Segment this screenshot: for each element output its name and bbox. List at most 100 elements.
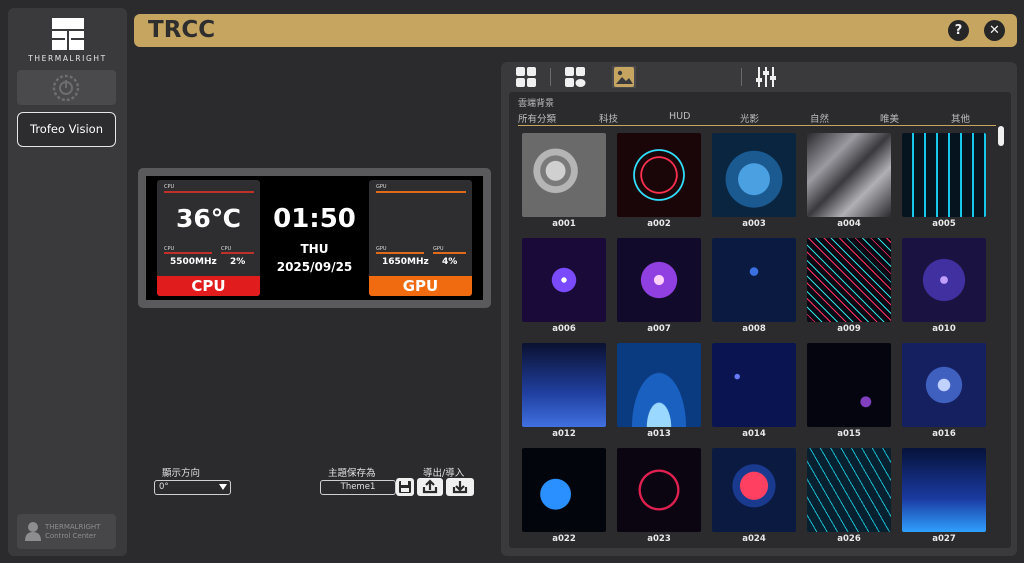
background-thumbnail[interactable] (902, 133, 986, 217)
background-thumbnail[interactable] (712, 343, 796, 427)
background-thumbnail-name: a008 (742, 324, 766, 334)
lcd-preview[interactable]: CPU 36℃ CPU CPU 5500MHz 2% CPU 01:50 THU… (146, 176, 483, 300)
device-slot[interactable] (17, 70, 116, 105)
category-tech[interactable]: 科技 (599, 111, 618, 125)
app-window: THERMALRIGHT Trofeo Vision THERMALRIGHT … (0, 0, 1024, 563)
background-thumbnail[interactable] (902, 448, 986, 532)
background-thumbnail-name: a005 (932, 219, 956, 229)
theme-name-input[interactable]: Theme1 (320, 480, 396, 495)
cpu-usage: 2% (230, 257, 246, 267)
background-thumbnail[interactable] (807, 448, 891, 532)
background-thumbnail[interactable] (902, 238, 986, 322)
clock-date: 2025/09/25 (276, 260, 353, 274)
cpu-frequency: 5500MHz (170, 257, 217, 267)
category-light[interactable]: 光影 (740, 111, 759, 125)
import-button[interactable] (446, 478, 474, 496)
background-thumbnail-name: a013 (647, 429, 671, 439)
gallery-scrollbar[interactable] (998, 126, 1004, 146)
category-underline (518, 125, 996, 126)
tab-themes[interactable] (514, 66, 538, 88)
gpu-usage: 4% (442, 257, 458, 267)
background-thumbnail-name: a006 (552, 324, 576, 334)
background-thumbnail-name: a016 (932, 429, 956, 439)
background-thumbnail[interactable] (617, 238, 701, 322)
sidebar: THERMALRIGHT Trofeo Vision THERMALRIGHT … (8, 8, 127, 556)
background-thumbnail-name: a015 (837, 429, 861, 439)
orientation-label: 顯示方向 (162, 468, 201, 479)
tab-cloud-backgrounds[interactable] (612, 66, 636, 88)
save-theme-label: 主題保存為 (328, 468, 376, 479)
background-thumbnail[interactable] (522, 133, 606, 217)
help-button[interactable]: ? (948, 20, 969, 41)
background-thumbnail[interactable] (522, 343, 606, 427)
gpu-freq-bar (376, 252, 424, 254)
clock-time: 01:50 (273, 204, 356, 234)
background-thumbnail[interactable] (807, 343, 891, 427)
orientation-value: 0° (159, 482, 169, 492)
device-button-trofeo-vision[interactable]: Trofeo Vision (17, 112, 116, 147)
tab-adjust[interactable] (754, 66, 778, 88)
thermalright-logo-icon (52, 18, 84, 50)
toolbar-divider (741, 68, 742, 86)
import-icon (452, 481, 468, 494)
gpu-usage-bar (433, 252, 466, 254)
control-center-label: THERMALRIGHT Control Center (45, 523, 100, 540)
background-thumbnail[interactable] (522, 238, 606, 322)
background-thumbnail-name: a004 (837, 219, 861, 229)
background-thumbnail[interactable] (617, 343, 701, 427)
background-thumbnail[interactable] (617, 448, 701, 532)
background-thumbnail[interactable] (712, 238, 796, 322)
orientation-select[interactable]: 0° (154, 480, 231, 495)
cpu-mini-label: CPU (164, 184, 175, 190)
background-thumbnail-name: a010 (932, 324, 956, 334)
save-theme-button[interactable] (396, 478, 414, 496)
background-thumbnail-name: a024 (742, 534, 766, 544)
background-thumbnail-name: a012 (552, 429, 576, 439)
category-other[interactable]: 其他 (951, 111, 970, 125)
background-thumbnail-name: a007 (647, 324, 671, 334)
grid-icon (516, 67, 536, 87)
brand-logo: THERMALRIGHT (8, 14, 127, 68)
background-thumbnail-name: a027 (932, 534, 956, 544)
background-thumbnail-name: a003 (742, 219, 766, 229)
background-thumbnail[interactable] (807, 238, 891, 322)
cpu-card: CPU 36℃ CPU CPU 5500MHz 2% CPU (157, 180, 260, 296)
category-all[interactable]: 所有分類 (518, 111, 556, 125)
control-center-button[interactable]: THERMALRIGHT Control Center (17, 514, 116, 549)
gauge-icon (52, 74, 80, 102)
cpu-label: CPU (157, 276, 260, 296)
gallery-area[interactable]: 雲端背景 所有分類 科技 HUD 光影 自然 唯美 其他 a001 a002 a00… (509, 92, 1011, 548)
export-import-label: 導出/導入 (423, 468, 465, 479)
image-icon (614, 67, 634, 87)
background-thumbnail-name: a014 (742, 429, 766, 439)
clock-day: THU (300, 242, 329, 256)
cpu-freq-bar (164, 252, 212, 254)
chevron-down-icon (219, 484, 227, 490)
toolbar-divider (550, 68, 551, 86)
background-thumbnail[interactable] (712, 133, 796, 217)
background-thumbnail[interactable] (617, 133, 701, 217)
floppy-save-icon (399, 481, 411, 493)
background-thumbnail[interactable] (807, 133, 891, 217)
category-nature[interactable]: 自然 (810, 111, 829, 125)
control-center-line1: THERMALRIGHT (45, 523, 101, 531)
cpu-top-bar (164, 191, 254, 193)
background-thumbnail[interactable] (902, 343, 986, 427)
background-thumbnail[interactable] (522, 448, 606, 532)
background-panel: 雲端背景 所有分類 科技 HUD 光影 自然 唯美 其他 a001 a002 a00… (501, 62, 1017, 556)
background-thumbnail-name: a001 (552, 219, 576, 229)
export-button[interactable] (417, 478, 443, 496)
category-aesthetic[interactable]: 唯美 (880, 111, 899, 125)
sliders-icon (756, 67, 776, 87)
tab-cloud-themes[interactable] (563, 66, 587, 88)
background-thumbnail-name: a002 (647, 219, 671, 229)
background-thumbnail[interactable] (712, 448, 796, 532)
background-thumbnail-name: a009 (837, 324, 861, 334)
gpu-label: GPU (369, 276, 472, 296)
user-icon (25, 522, 41, 541)
category-hud[interactable]: HUD (669, 111, 690, 122)
gpu-mini-label: GPU (376, 184, 387, 190)
gallery-section-label: 雲端背景 (518, 99, 555, 109)
close-button[interactable]: ✕ (984, 20, 1005, 41)
background-thumbnail-name: a022 (552, 534, 576, 544)
